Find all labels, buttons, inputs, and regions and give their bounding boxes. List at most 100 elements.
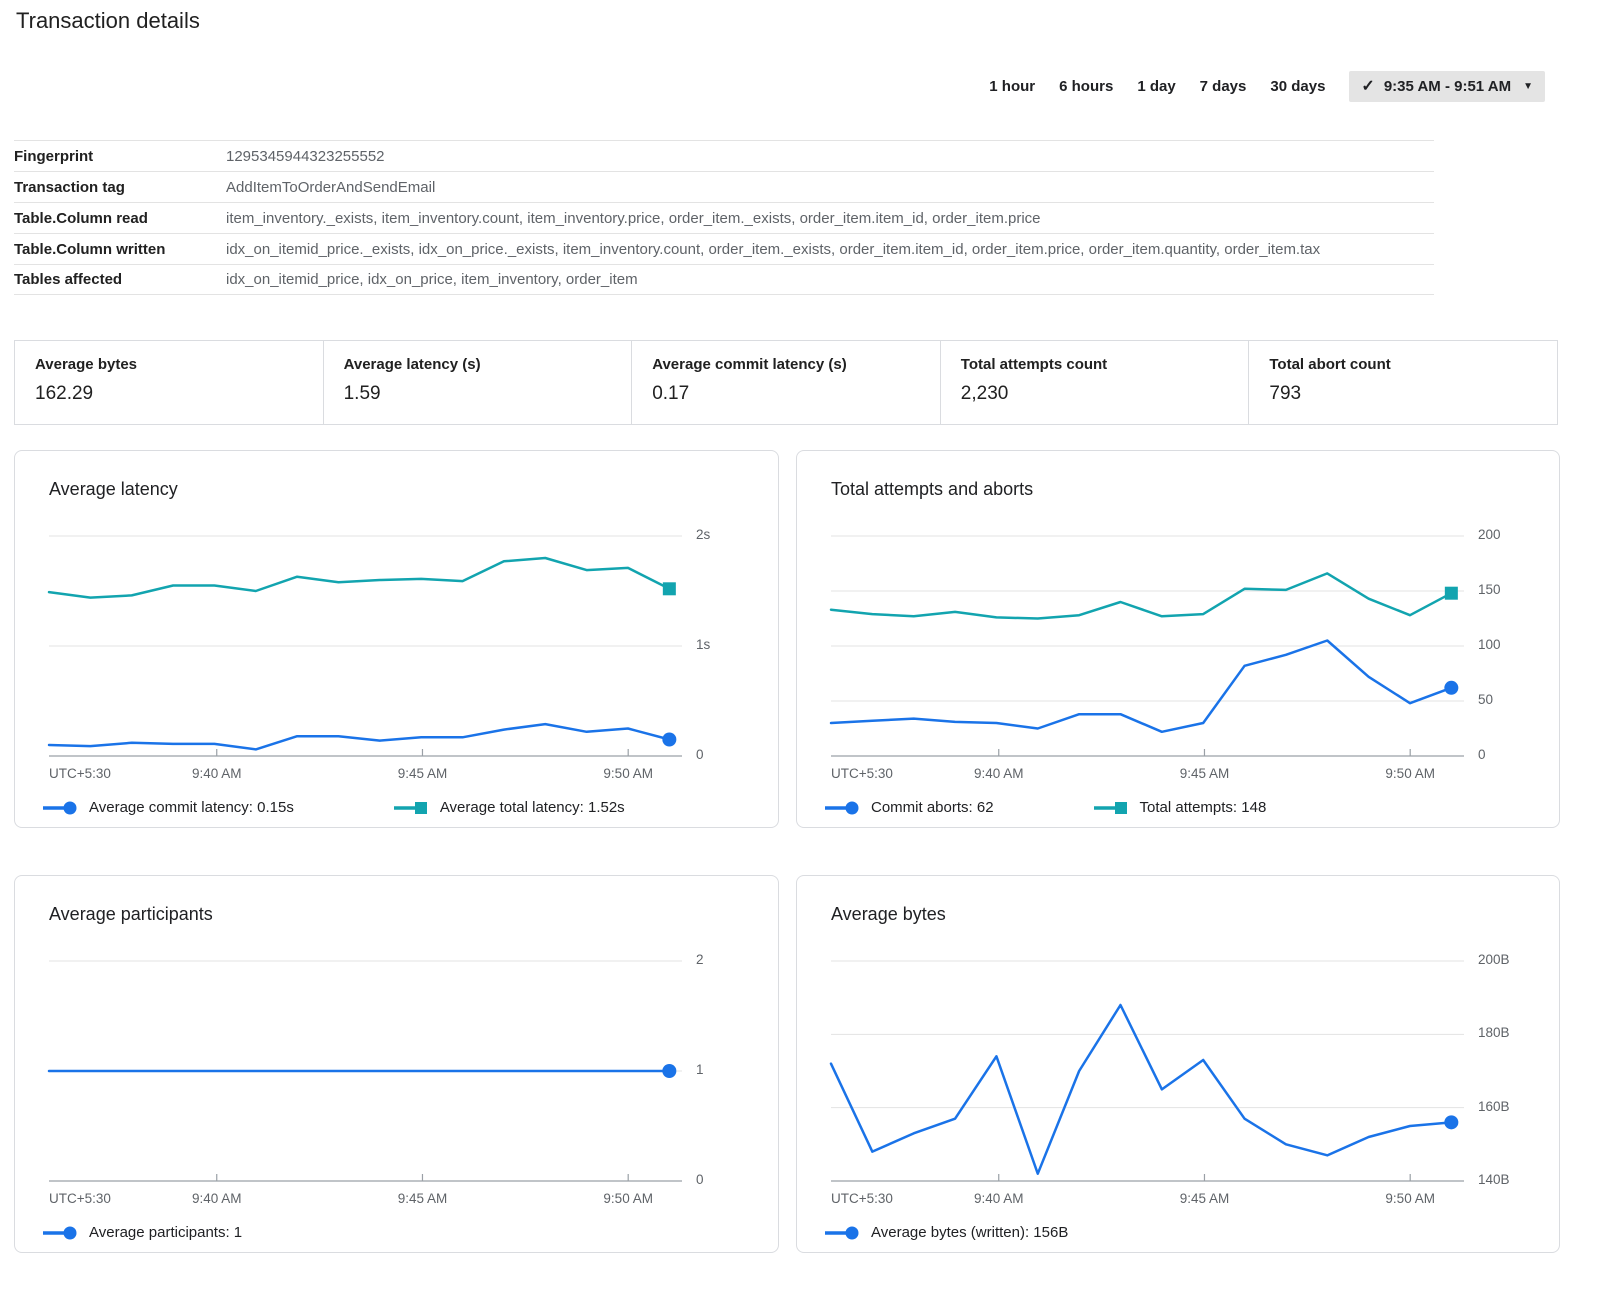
x-axis-tick-label: UTC+5:30 (831, 766, 893, 781)
time-range-option-1-day[interactable]: 1 day (1137, 78, 1175, 95)
chart-title: Total attempts and aborts (831, 479, 1559, 500)
y-axis-tick-label: 160B (1478, 1099, 1510, 1114)
legend-label: Commit aborts: 62 (871, 799, 994, 816)
detail-row-fingerprint: Fingerprint 1295345944323255552 (14, 140, 1434, 171)
detail-row-transaction-tag: Transaction tag AddItemToOrderAndSendEma… (14, 171, 1434, 202)
y-axis: 210 (696, 961, 768, 1181)
detail-value: item_inventory._exists, item_inventory.c… (226, 210, 1041, 227)
chart-card-average-bytes: Average bytes 200B180B160B140B UTC+5:309… (796, 875, 1560, 1253)
stat-value: 162.29 (35, 383, 323, 405)
y-axis-tick-label: 0 (696, 1172, 704, 1187)
legend-label: Average participants: 1 (89, 1224, 242, 1241)
stat-total-attempts-count: Total attempts count 2,230 (940, 341, 1249, 424)
legend-square-swatch-icon (394, 800, 430, 816)
detail-label: Table.Column read (14, 210, 226, 227)
legend-item: Average bytes (written): 156B (825, 1224, 1068, 1241)
x-axis-tick-label: 9:40 AM (974, 766, 1024, 781)
y-axis-tick-label: 2 (696, 952, 704, 967)
chart-legend: Average bytes (written): 156B (825, 1224, 1559, 1241)
x-axis-tick-label: 9:45 AM (1180, 766, 1230, 781)
detail-value: 1295345944323255552 (226, 148, 385, 165)
transaction-details-table: Fingerprint 1295345944323255552 Transact… (14, 140, 1434, 295)
stat-average-latency: Average latency (s) 1.59 (323, 341, 632, 424)
y-axis-tick-label: 180B (1478, 1025, 1510, 1040)
x-axis: UTC+5:309:40 AM9:45 AM9:50 AM (49, 1191, 682, 1211)
x-axis-tick-label: UTC+5:30 (831, 1191, 893, 1206)
y-axis: 2s1s0 (696, 536, 768, 756)
page-title: Transaction details (16, 8, 200, 34)
legend-item: Total attempts: 148 (1094, 799, 1267, 816)
legend-label: Total attempts: 148 (1140, 799, 1267, 816)
chart-card-average-latency: Average latency 2s1s0 UTC+5:309:40 AM9:4… (14, 450, 779, 828)
y-axis-tick-label: 2s (696, 527, 710, 542)
stat-label: Average bytes (35, 356, 323, 373)
series-end-marker (662, 1064, 676, 1078)
legend-item: Average commit latency: 0.15s (43, 799, 294, 816)
chart-plot-area: 200150100500 (831, 536, 1464, 758)
detail-row-columns-read: Table.Column read item_inventory._exists… (14, 202, 1434, 233)
y-axis-tick-label: 100 (1478, 637, 1501, 652)
y-axis-tick-label: 1s (696, 637, 710, 652)
chart-card-total-attempts-and-aborts: Total attempts and aborts 200150100500 U… (796, 450, 1560, 828)
stat-average-commit-latency: Average commit latency (s) 0.17 (631, 341, 940, 424)
x-axis-tick-label: 9:50 AM (603, 766, 653, 781)
legend-dot-swatch-icon (825, 1225, 861, 1241)
time-range-selected-chip[interactable]: ✓ 9:35 AM - 9:51 AM ▼ (1349, 71, 1545, 102)
y-axis: 200150100500 (1478, 536, 1550, 756)
series-end-marker (662, 733, 676, 747)
legend-item: Commit aborts: 62 (825, 799, 994, 816)
x-axis-tick-label: 9:40 AM (192, 766, 242, 781)
y-axis-tick-label: 0 (1478, 747, 1486, 762)
dropdown-arrow-icon: ▼ (1523, 81, 1533, 92)
stat-label: Average latency (s) (344, 356, 632, 373)
x-axis-tick-label: 9:45 AM (398, 766, 448, 781)
x-axis-tick-label: 9:45 AM (398, 1191, 448, 1206)
legend-label: Average commit latency: 0.15s (89, 799, 294, 816)
chart-canvas (49, 961, 682, 1183)
x-axis-tick-label: UTC+5:30 (49, 1191, 111, 1206)
detail-value: idx_on_itemid_price, idx_on_price, item_… (226, 271, 638, 288)
time-range-option-30-days[interactable]: 30 days (1270, 78, 1325, 95)
detail-row-columns-written: Table.Column written idx_on_itemid_price… (14, 233, 1434, 264)
checkmark-icon: ✓ (1361, 79, 1374, 95)
chart-canvas (49, 536, 682, 758)
x-axis-tick-label: 9:45 AM (1180, 1191, 1230, 1206)
y-axis-tick-label: 50 (1478, 692, 1493, 707)
legend-square-swatch-icon (1094, 800, 1130, 816)
legend-label: Average total latency: 1.52s (440, 799, 625, 816)
stats-summary-card: Average bytes 162.29 Average latency (s)… (14, 340, 1558, 425)
stat-value: 793 (1269, 383, 1557, 405)
chart-canvas (831, 536, 1464, 758)
legend-dot-swatch-icon (43, 1225, 79, 1241)
chart-legend: Average commit latency: 0.15s Average tot… (43, 799, 778, 816)
legend-item: Average total latency: 1.52s (394, 799, 625, 816)
stat-average-bytes: Average bytes 162.29 (15, 341, 323, 424)
stat-value: 0.17 (652, 383, 940, 405)
time-range-bar: 1 hour 6 hours 1 day 7 days 30 days ✓ 9:… (989, 71, 1545, 102)
time-range-option-7-days[interactable]: 7 days (1200, 78, 1247, 95)
legend-label: Average bytes (written): 156B (871, 1224, 1068, 1241)
x-axis: UTC+5:309:40 AM9:45 AM9:50 AM (49, 766, 682, 786)
x-axis: UTC+5:30 9:40 AM 9:45 AM 9:50 AM (831, 766, 1464, 786)
detail-value: idx_on_itemid_price._exists, idx_on_pric… (226, 241, 1320, 258)
transaction-details-page: Transaction details 1 hour 6 hours 1 day… (0, 0, 1614, 1296)
time-range-option-6-hours[interactable]: 6 hours (1059, 78, 1113, 95)
legend-item: Average participants: 1 (43, 1224, 242, 1241)
legend-dot-swatch-icon (43, 800, 79, 816)
y-axis-tick-label: 200 (1478, 527, 1501, 542)
detail-label: Tables affected (14, 271, 226, 288)
chart-plot-area: 210 (49, 961, 682, 1183)
stat-value: 1.59 (344, 383, 632, 405)
series-line (49, 724, 669, 749)
x-axis: UTC+5:309:40 AM9:45 AM9:50 AM (831, 1191, 1464, 1211)
y-axis-tick-label: 150 (1478, 582, 1501, 597)
time-range-option-1-hour[interactable]: 1 hour (989, 78, 1035, 95)
y-axis-tick-label: 200B (1478, 952, 1510, 967)
series-end-marker (1444, 1115, 1458, 1129)
x-axis-tick-label: 9:50 AM (1385, 766, 1435, 781)
time-range-selected-label: 9:35 AM - 9:51 AM (1384, 78, 1511, 95)
x-axis-tick-label: 9:40 AM (192, 1191, 242, 1206)
stat-label: Total attempts count (961, 356, 1249, 373)
series-end-marker (1445, 587, 1458, 600)
legend-dot-swatch-icon (825, 800, 861, 816)
